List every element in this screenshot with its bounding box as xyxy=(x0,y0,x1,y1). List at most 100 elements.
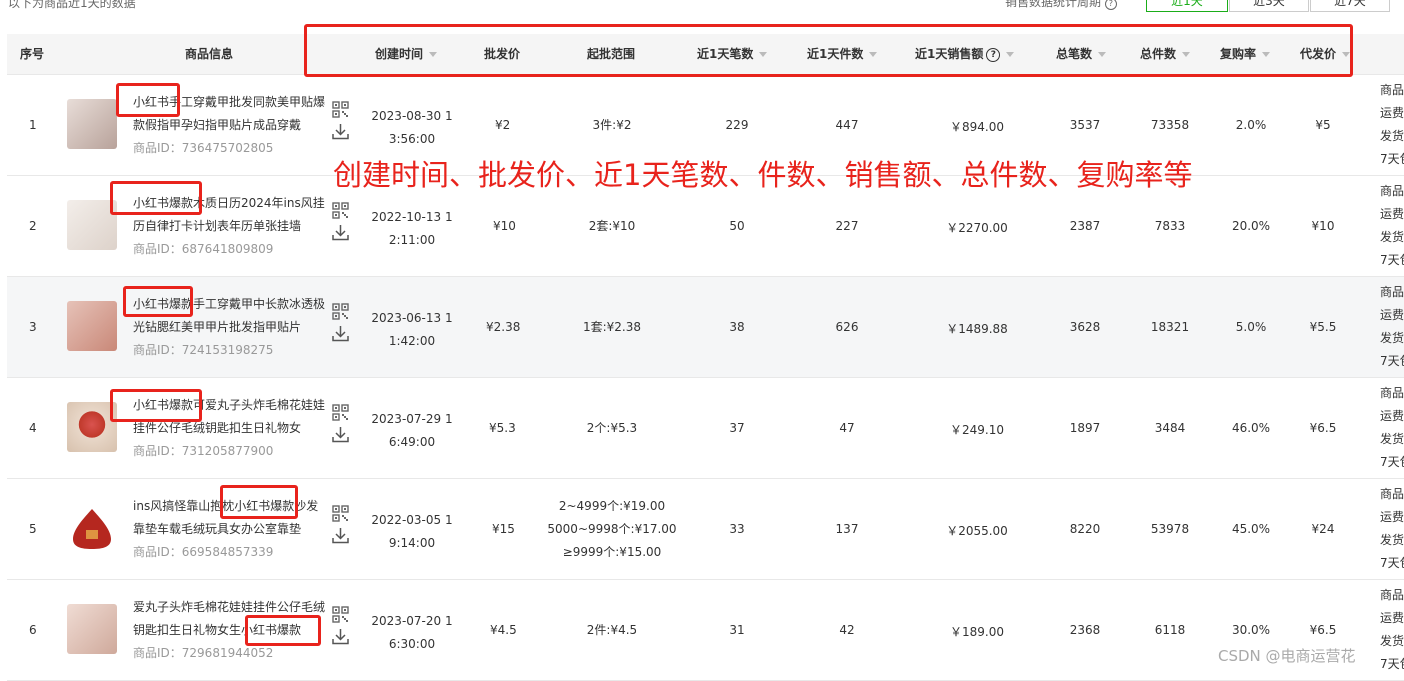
table-row[interactable]: 5 ins风搞怪靠山抱枕小红书爆款沙发靠垫车载毛绒玩具女办公室靠垫 商品ID：6… xyxy=(7,479,1404,580)
download-icon[interactable] xyxy=(332,123,349,140)
created-time: 2022-03-05 1 9:14:00 xyxy=(371,513,453,550)
created-time: 2023-07-29 1 6:49:00 xyxy=(371,412,453,449)
truncated-column: 商品运费发货7天包 xyxy=(1380,588,1404,671)
qr-code-icon[interactable] xyxy=(332,606,349,623)
moq-range: 1套:¥2.38 xyxy=(582,320,642,334)
total-pieces: 7833 xyxy=(1154,219,1186,233)
repurchase-rate: 45.0% xyxy=(1231,522,1271,536)
keyword-highlight-box xyxy=(123,286,193,317)
keyword-highlight-box xyxy=(116,83,180,117)
row-index: 3 xyxy=(29,320,37,334)
wholesale-price: ¥2.38 xyxy=(486,320,521,334)
period-tab-3d[interactable]: 近3天 xyxy=(1229,0,1309,12)
sales-1d: ￥2270.00 xyxy=(946,221,1008,235)
qr-code-icon[interactable] xyxy=(332,101,349,118)
product-thumbnail[interactable] xyxy=(67,301,117,351)
created-time: 2023-07-20 1 6:30:00 xyxy=(371,614,453,651)
table-row[interactable]: 4 小红书爆款可爱丸子头炸毛棉花娃娃挂件公仔毛绒钥匙扣生日礼物女 商品ID：73… xyxy=(7,378,1404,479)
download-icon[interactable] xyxy=(332,224,349,241)
orders-1d: 50 xyxy=(729,219,745,233)
table-row[interactable]: 3 小红书爆款手工穿戴甲中长款冰透极光钻腮红美甲甲片批发指甲贴片 商品ID：72… xyxy=(7,277,1404,378)
pieces-1d: 47 xyxy=(839,421,855,435)
pieces-1d: 626 xyxy=(835,320,859,334)
annotation-text: 创建时间、批发价、近1天笔数、件数、销售额、总件数、复购率等 xyxy=(333,158,1193,192)
repurchase-rate: 20.0% xyxy=(1231,219,1271,233)
dropship-price: ¥24 xyxy=(1311,522,1335,536)
total-pieces: 6118 xyxy=(1154,623,1186,637)
download-icon[interactable] xyxy=(332,426,349,443)
qr-code-icon[interactable] xyxy=(332,404,349,421)
truncated-column: 商品运费发货7天包 xyxy=(1380,386,1404,469)
qr-code-icon[interactable] xyxy=(332,202,349,219)
top-toolbar: 以下为商品近1天的数据 销售数据统计周期 ? 近1天 近3天 近7天 xyxy=(0,0,1404,14)
truncated-column: 商品运费发货7天包 xyxy=(1380,285,1404,368)
dropship-price: ¥10 xyxy=(1311,219,1335,233)
col-product: 商品信息 xyxy=(185,47,234,61)
keyword-highlight-box xyxy=(220,485,298,519)
header-highlight-box xyxy=(304,24,1353,77)
repurchase-rate: 30.0% xyxy=(1231,623,1271,637)
keyword-highlight-box xyxy=(110,389,202,422)
period-label: 销售数据统计周期 ? xyxy=(1005,0,1117,10)
created-time: 2023-06-13 1 1:42:00 xyxy=(371,311,453,348)
orders-1d: 37 xyxy=(729,421,745,435)
pieces-1d: 447 xyxy=(835,118,859,132)
row-actions xyxy=(332,303,352,342)
download-icon[interactable] xyxy=(332,527,349,544)
download-icon[interactable] xyxy=(332,325,349,342)
truncated-column: 商品运费发货7天包 xyxy=(1380,184,1404,267)
repurchase-rate: 2.0% xyxy=(1235,118,1267,132)
dropship-price: ¥5 xyxy=(1315,118,1331,132)
total-pieces: 3484 xyxy=(1154,421,1186,435)
download-icon[interactable] xyxy=(332,628,349,645)
row-actions xyxy=(332,505,352,544)
row-index: 4 xyxy=(29,421,37,435)
product-thumbnail[interactable] xyxy=(67,604,117,654)
qr-code-icon[interactable] xyxy=(332,505,349,522)
keyword-highlight-box xyxy=(245,615,321,646)
qr-code-icon[interactable] xyxy=(332,303,349,320)
pieces-1d: 227 xyxy=(835,219,859,233)
total-orders: 8220 xyxy=(1069,522,1101,536)
product-id: 商品ID：687641809809 xyxy=(133,242,274,256)
sales-1d: ￥894.00 xyxy=(950,120,1004,134)
product-id: 商品ID：669584857339 xyxy=(133,545,274,559)
total-orders: 2368 xyxy=(1069,623,1101,637)
total-pieces: 73358 xyxy=(1150,118,1190,132)
product-id: 商品ID：729681944052 xyxy=(133,646,274,660)
dropship-price: ¥6.5 xyxy=(1309,623,1337,637)
wholesale-price: ¥10 xyxy=(493,219,516,233)
moq-range: 2件:¥4.5 xyxy=(586,623,638,637)
product-id: 商品ID：731205877900 xyxy=(133,444,274,458)
product-thumbnail[interactable] xyxy=(67,99,117,149)
watermark: CSDN @电商运营花 xyxy=(1218,647,1356,665)
total-orders: 1897 xyxy=(1069,421,1101,435)
orders-1d: 38 xyxy=(729,320,745,334)
moq-range: 2~4999个:¥19.00 5000~9998个:¥17.00 ≥9999个:¥1… xyxy=(547,499,677,559)
orders-1d: 229 xyxy=(725,118,749,132)
col-index: 序号 xyxy=(20,47,45,61)
pieces-1d: 42 xyxy=(839,623,855,637)
moq-range: 2套:¥10 xyxy=(588,219,636,233)
total-orders: 3628 xyxy=(1069,320,1101,334)
moq-range: 3件:¥2 xyxy=(592,118,632,132)
period-tab-1d[interactable]: 近1天 xyxy=(1146,0,1228,12)
pieces-1d: 137 xyxy=(835,522,859,536)
orders-1d: 31 xyxy=(729,623,745,637)
table-row[interactable]: 6 爱丸子头炸毛棉花娃娃挂件公仔毛绒钥匙扣生日礼物女生小红书爆款 商品ID：72… xyxy=(7,580,1404,681)
sales-1d: ￥2055.00 xyxy=(946,524,1008,538)
dropship-price: ¥6.5 xyxy=(1309,421,1337,435)
period-tab-7d[interactable]: 近7天 xyxy=(1310,0,1390,12)
moq-range: 2个:¥5.3 xyxy=(586,421,638,435)
wholesale-price: ¥4.5 xyxy=(490,623,517,637)
keyword-highlight-box xyxy=(110,181,202,215)
repurchase-rate: 46.0% xyxy=(1231,421,1271,435)
row-index: 2 xyxy=(29,219,37,233)
product-thumbnail[interactable] xyxy=(67,503,117,553)
created-time: 2023-08-30 1 3:56:00 xyxy=(371,109,453,146)
wholesale-price: ¥2 xyxy=(495,118,511,132)
total-pieces: 18321 xyxy=(1150,320,1190,334)
help-icon: ? xyxy=(1104,0,1117,10)
orders-1d: 33 xyxy=(729,522,745,536)
total-pieces: 53978 xyxy=(1150,522,1190,536)
